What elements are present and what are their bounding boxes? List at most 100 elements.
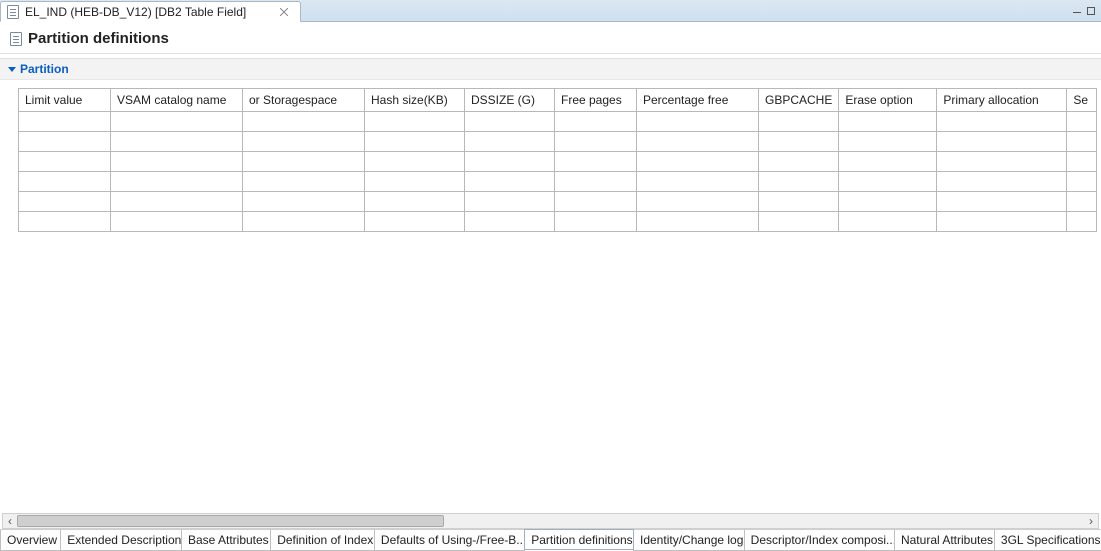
table-cell[interactable] [19,132,111,152]
scroll-thumb[interactable] [17,515,444,527]
table-cell[interactable] [759,212,839,232]
page-tab[interactable]: Partition definitions [524,529,634,550]
table-cell[interactable] [937,112,1067,132]
column-header[interactable]: Primary allocation [937,89,1067,112]
table-cell[interactable] [365,132,465,152]
table-cell[interactable] [759,132,839,152]
column-header[interactable]: VSAM catalog name [111,89,243,112]
table-cell[interactable] [111,192,243,212]
table-cell[interactable] [1067,192,1097,212]
table-row[interactable] [19,132,1097,152]
table-cell[interactable] [839,212,937,232]
column-header[interactable]: Free pages [555,89,637,112]
table-cell[interactable] [937,212,1067,232]
table-cell[interactable] [243,192,365,212]
column-header[interactable]: Erase option [839,89,937,112]
table-cell[interactable] [937,192,1067,212]
table-cell[interactable] [839,172,937,192]
table-cell[interactable] [243,112,365,132]
table-cell[interactable] [555,212,637,232]
table-cell[interactable] [759,152,839,172]
column-header[interactable]: Limit value [19,89,111,112]
page-tab[interactable]: Defaults of Using-/Free-B... [374,530,525,551]
column-header[interactable]: GBPCACHE [759,89,839,112]
table-cell[interactable] [637,152,759,172]
table-cell[interactable] [555,192,637,212]
table-cell[interactable] [839,192,937,212]
table-cell[interactable] [365,212,465,232]
column-header[interactable]: Hash size(KB) [365,89,465,112]
table-cell[interactable] [365,112,465,132]
table-cell[interactable] [637,192,759,212]
scroll-left-arrow-icon[interactable]: ‹ [3,514,17,528]
column-header[interactable]: Se [1067,89,1097,112]
table-cell[interactable] [637,172,759,192]
table-row[interactable] [19,192,1097,212]
column-header[interactable]: DSSIZE (G) [465,89,555,112]
table-cell[interactable] [555,112,637,132]
table-cell[interactable] [1067,152,1097,172]
table-cell[interactable] [111,172,243,192]
table-cell[interactable] [465,192,555,212]
table-cell[interactable] [465,132,555,152]
minimize-icon[interactable] [1073,9,1081,13]
table-cell[interactable] [243,172,365,192]
table-cell[interactable] [243,212,365,232]
page-tab[interactable]: Natural Attributes [894,530,995,551]
page-tab[interactable]: Identity/Change log [633,530,745,551]
table-cell[interactable] [937,172,1067,192]
table-cell[interactable] [637,212,759,232]
maximize-icon[interactable] [1087,7,1095,15]
table-cell[interactable] [111,212,243,232]
table-cell[interactable] [1067,172,1097,192]
table-cell[interactable] [555,132,637,152]
table-cell[interactable] [19,152,111,172]
table-cell[interactable] [19,192,111,212]
table-cell[interactable] [555,152,637,172]
table-cell[interactable] [465,112,555,132]
table-row[interactable] [19,172,1097,192]
table-cell[interactable] [365,152,465,172]
table-cell[interactable] [937,152,1067,172]
page-tab[interactable]: Base Attributes [181,530,271,551]
table-cell[interactable] [1067,132,1097,152]
editor-tab-active[interactable]: EL_IND (HEB-DB_V12) [DB2 Table Field] [0,1,301,22]
page-tab[interactable]: Definition of Index [270,530,375,551]
table-row[interactable] [19,152,1097,172]
table-cell[interactable] [555,172,637,192]
page-tab[interactable]: Overview [0,530,61,551]
table-cell[interactable] [243,152,365,172]
page-tab[interactable]: Descriptor/Index composi... [744,530,895,551]
table-cell[interactable] [839,132,937,152]
table-cell[interactable] [637,132,759,152]
table-cell[interactable] [759,192,839,212]
table-cell[interactable] [111,112,243,132]
close-icon[interactable] [278,6,290,18]
column-header[interactable]: or Storagespace [243,89,365,112]
table-cell[interactable] [19,112,111,132]
partition-table[interactable]: Limit valueVSAM catalog nameor Storagesp… [18,88,1097,232]
column-header[interactable]: Percentage free [637,89,759,112]
table-row[interactable] [19,212,1097,232]
table-cell[interactable] [759,112,839,132]
table-cell[interactable] [637,112,759,132]
table-cell[interactable] [19,212,111,232]
page-tab[interactable]: Extended Description [60,530,182,551]
table-cell[interactable] [839,152,937,172]
page-tab[interactable]: 3GL Specifications [994,530,1101,551]
table-row[interactable] [19,112,1097,132]
table-cell[interactable] [365,192,465,212]
table-cell[interactable] [759,172,839,192]
table-cell[interactable] [839,112,937,132]
table-cell[interactable] [1067,112,1097,132]
table-cell[interactable] [465,172,555,192]
horizontal-scrollbar[interactable]: ‹ › [2,513,1099,529]
table-cell[interactable] [365,172,465,192]
table-cell[interactable] [937,132,1067,152]
table-cell[interactable] [111,132,243,152]
scroll-right-arrow-icon[interactable]: › [1084,514,1098,528]
table-cell[interactable] [243,132,365,152]
table-cell[interactable] [111,152,243,172]
table-cell[interactable] [1067,212,1097,232]
scroll-track[interactable] [17,514,1084,528]
